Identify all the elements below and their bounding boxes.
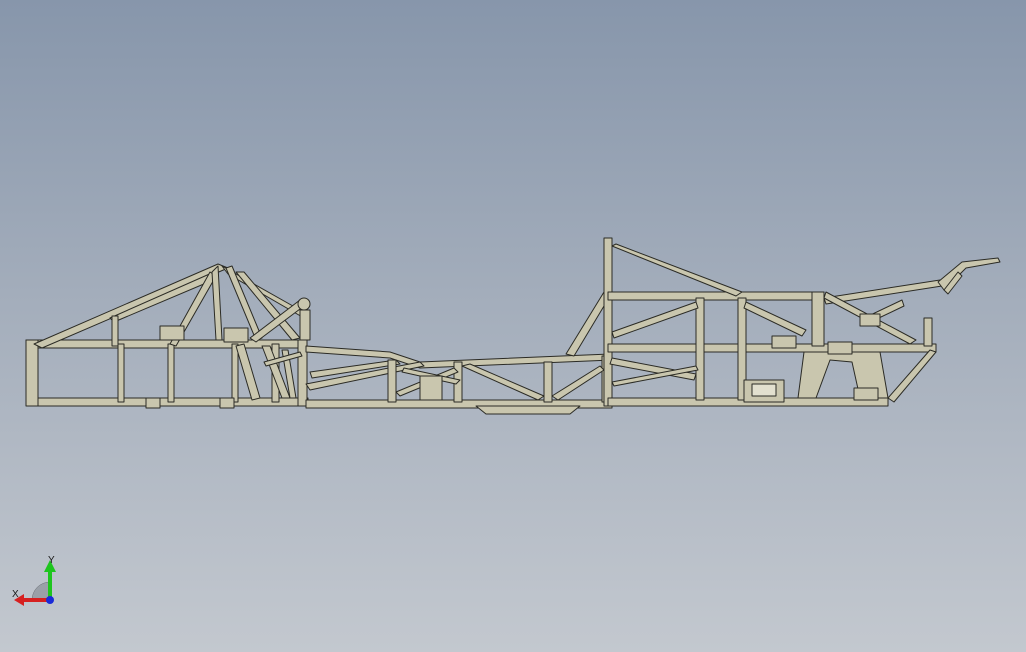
chassis-frame-model[interactable] xyxy=(0,0,1026,652)
coordinate-triad-icon xyxy=(14,560,56,606)
graphics-viewport[interactable]: X Y xyxy=(0,0,1026,652)
rear-frame-section xyxy=(603,237,1001,407)
z-axis-dot-icon xyxy=(46,596,54,604)
triad-x-label: X xyxy=(12,589,19,600)
mid-frame-section xyxy=(305,291,613,415)
front-frame-section xyxy=(25,263,311,409)
triad-y-label: Y xyxy=(48,555,55,566)
